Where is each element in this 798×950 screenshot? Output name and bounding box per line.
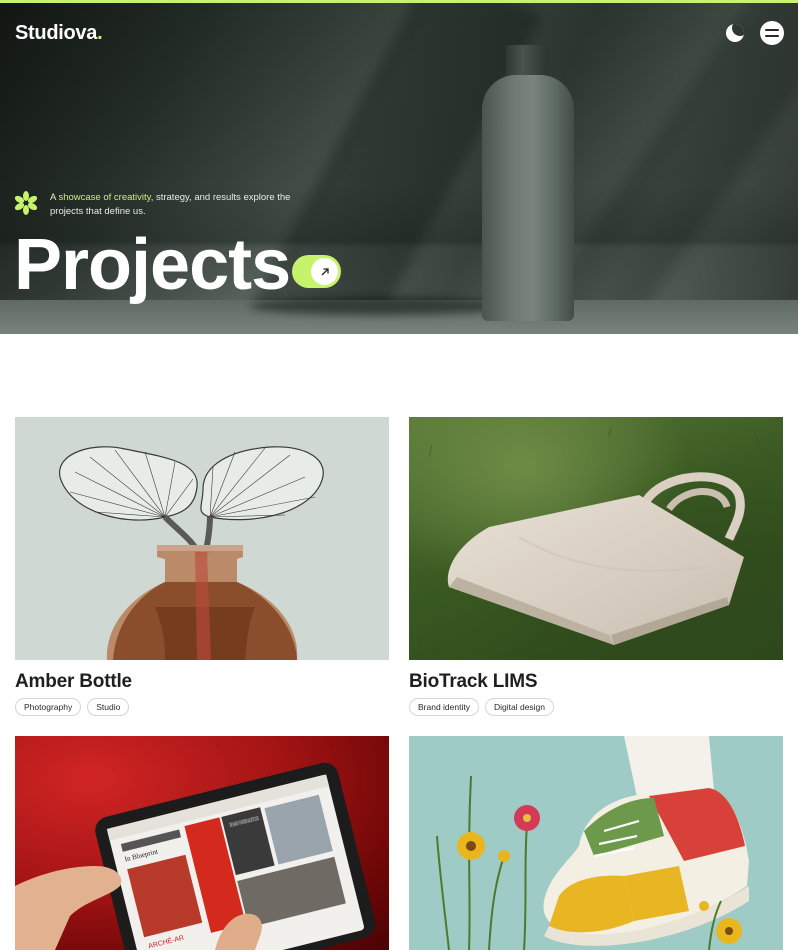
tag-studio[interactable]: Studio	[87, 698, 130, 716]
sneaker-flowers-image	[436, 736, 749, 950]
project-thumbnail[interactable]	[409, 736, 783, 950]
amber-bottle-image	[59, 446, 324, 660]
asterisk-icon	[14, 191, 38, 215]
project-card-amber-bottle[interactable]: Amber Bottle Photography Studio	[15, 417, 389, 716]
project-card-4[interactable]	[409, 736, 783, 950]
tote-bag-image	[418, 426, 770, 656]
tag-brand-identity[interactable]: Brand identity	[409, 698, 479, 716]
project-title[interactable]: Amber Bottle	[15, 671, 132, 693]
project-tags: Brand identity Digital design	[409, 698, 555, 716]
project-tags: Photography Studio	[15, 698, 130, 716]
project-card-3[interactable]: In Blueprint THE MAKING OF MODERN ARCHIT…	[15, 736, 389, 950]
tag-photography[interactable]: Photography	[15, 698, 82, 716]
page-title: Projects	[14, 225, 291, 305]
projects-arrow-button[interactable]	[292, 255, 341, 288]
moon-icon[interactable]	[726, 24, 744, 42]
project-card-biotrack-lims[interactable]: BioTrack LIMS Brand identity Digital des…	[409, 417, 783, 716]
tag-digital-design[interactable]: Digital design	[484, 698, 555, 716]
project-title[interactable]: BioTrack LIMS	[409, 671, 538, 693]
project-thumbnail[interactable]: In Blueprint THE MAKING OF MODERN ARCHIT…	[15, 736, 389, 950]
brand-logo[interactable]: Studiova.	[15, 22, 103, 45]
menu-button[interactable]	[760, 21, 784, 45]
tablet-magazine-image: In Blueprint THE MAKING OF MODERN ARCHIT…	[15, 762, 376, 950]
hero-bottle-image	[482, 45, 574, 321]
hero-tagline: A showcase of creativity, strategy, and …	[50, 192, 291, 217]
project-thumbnail[interactable]	[15, 417, 389, 660]
menu-icon	[765, 29, 779, 31]
hero-banner: Studiova. A showcase of creativity, stra…	[0, 0, 798, 334]
project-thumbnail[interactable]	[409, 417, 783, 660]
arrow-up-right-icon	[321, 267, 329, 275]
